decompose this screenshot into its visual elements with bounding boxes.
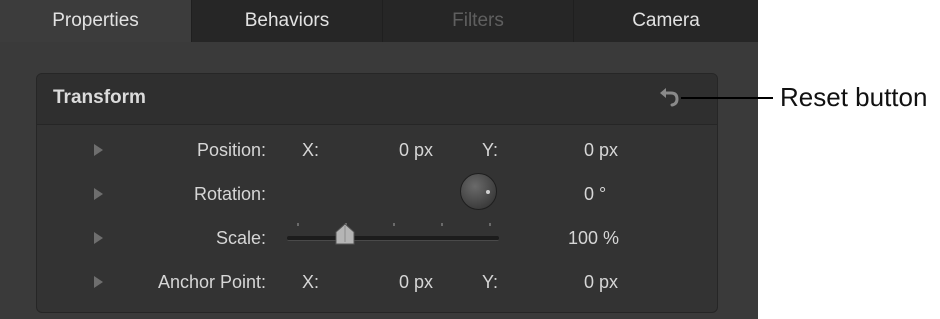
rotation-label: Rotation: [193, 184, 266, 204]
slider-tick [441, 223, 443, 226]
scale-slider-thumb[interactable] [334, 222, 356, 246]
tab-camera[interactable]: Camera [573, 0, 758, 42]
disclosure-triangle-icon[interactable] [89, 229, 107, 247]
anchor-y-field[interactable]: 0 px [584, 272, 618, 293]
callout-line [681, 97, 773, 99]
position-y-label: Y: [482, 140, 499, 160]
tab-properties[interactable]: Properties [0, 0, 191, 42]
tab-behaviors[interactable]: Behaviors [191, 0, 382, 42]
transform-header: Transform [37, 74, 717, 125]
scale-label: Scale: [215, 228, 266, 248]
anchor-x-label: X: [302, 272, 320, 292]
scale-slider-track[interactable] [287, 223, 499, 241]
callout-label: Reset button [780, 82, 928, 112]
rotation-field[interactable]: 0 ° [584, 184, 606, 205]
transform-title: Transform [53, 87, 146, 108]
disclosure-triangle-icon[interactable] [89, 273, 107, 291]
tab-filters[interactable]: Filters [382, 0, 573, 42]
inspector-panel: Properties Behaviors Filters Camera Tran… [0, 0, 758, 319]
position-y-field[interactable]: 0 px [584, 140, 618, 161]
disclosure-triangle-icon[interactable] [89, 141, 107, 159]
position-row: Position: X: 0 px Y: 0 px [37, 128, 717, 172]
reset-arrow-icon [660, 88, 679, 107]
position-label: Position: [196, 140, 266, 160]
position-x-field[interactable]: 0 px [399, 140, 433, 161]
transform-section: Transform Position: X: 0 px Y: 0 px Rota… [36, 73, 718, 313]
rotation-row: Rotation: 0 ° [37, 172, 717, 216]
position-x-label: X: [302, 140, 320, 160]
anchor-point-label: Anchor Point: [157, 272, 266, 292]
disclosure-triangle-icon[interactable] [89, 185, 107, 203]
anchor-y-label: Y: [482, 272, 499, 292]
scale-row: Scale: 100 % [37, 216, 717, 260]
slider-tick [393, 223, 395, 226]
slider-tick [297, 223, 299, 226]
inspector-tab-bar: Properties Behaviors Filters Camera [0, 0, 758, 42]
anchor-x-field[interactable]: 0 px [399, 272, 433, 293]
slider-tick [489, 223, 491, 226]
anchor-point-row: Anchor Point: X: 0 px Y: 0 px [37, 260, 717, 304]
dial-indicator [486, 190, 490, 194]
reset-button[interactable] [657, 85, 683, 111]
scale-field[interactable]: 100 % [568, 228, 619, 249]
rotation-dial[interactable] [460, 173, 497, 210]
